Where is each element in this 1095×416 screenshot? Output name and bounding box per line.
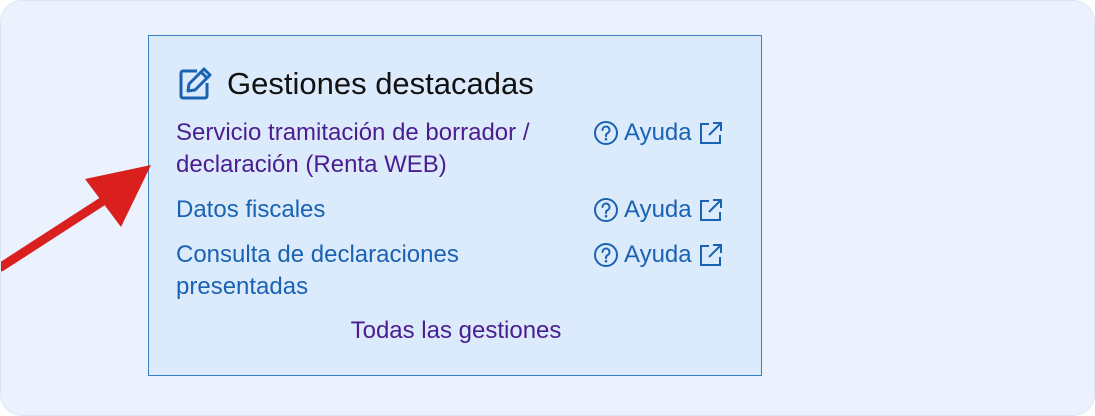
- consulta-declaraciones-link[interactable]: Consulta de declaraciones presentadas: [176, 239, 576, 303]
- external-link-icon: [698, 120, 724, 146]
- all-procedures-link[interactable]: Todas las gestiones: [149, 315, 763, 347]
- consulta-declaraciones-help-link[interactable]: Ayuda: [593, 239, 724, 271]
- datos-fiscales-link[interactable]: Datos fiscales: [176, 194, 576, 226]
- help-circle-icon: [593, 242, 619, 268]
- help-label: Ayuda: [624, 241, 692, 268]
- renta-web-link[interactable]: Servicio tramitación de borrador / decla…: [176, 117, 576, 181]
- page-background: Gestiones destacadas Servicio tramitació…: [0, 0, 1095, 416]
- help-circle-icon: [593, 120, 619, 146]
- featured-procedures-panel: Gestiones destacadas Servicio tramitació…: [148, 35, 762, 376]
- datos-fiscales-help-link[interactable]: Ayuda: [593, 194, 724, 226]
- external-link-icon: [698, 242, 724, 268]
- help-circle-icon: [593, 197, 619, 223]
- panel-title: Gestiones destacadas: [227, 66, 534, 101]
- help-label: Ayuda: [624, 119, 692, 146]
- external-link-icon: [698, 197, 724, 223]
- panel-header: Gestiones destacadas: [177, 64, 534, 104]
- red-arrow-annotation: [1, 165, 151, 272]
- renta-web-help-link[interactable]: Ayuda: [593, 117, 724, 149]
- help-label: Ayuda: [624, 196, 692, 223]
